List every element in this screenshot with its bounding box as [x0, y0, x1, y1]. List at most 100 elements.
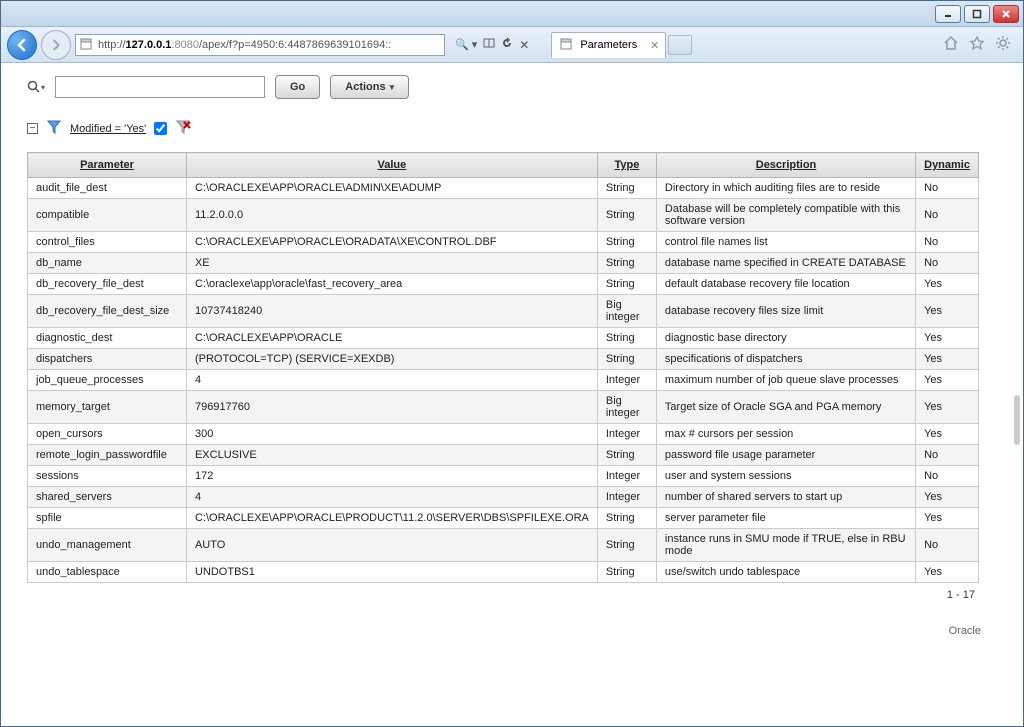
- table-row[interactable]: control_filesC:\ORACLEXE\APP\ORACLE\ORAD…: [28, 232, 979, 253]
- cell-param: db_recovery_file_dest: [28, 274, 187, 295]
- table-row[interactable]: job_queue_processes4Integermaximum numbe…: [28, 370, 979, 391]
- delete-filter-icon[interactable]: [175, 119, 191, 138]
- cell-value: (PROTOCOL=TCP) (SERVICE=XEXDB): [186, 349, 597, 370]
- col-description[interactable]: Description: [656, 153, 915, 178]
- cell-desc: password file usage parameter: [656, 445, 915, 466]
- cell-param: undo_tablespace: [28, 562, 187, 583]
- cell-value: C:\oraclexe\app\oracle\fast_recovery_are…: [186, 274, 597, 295]
- scrollbar-thumb[interactable]: [1014, 395, 1020, 445]
- search-dropdown-icon[interactable]: 🔍 ▾: [455, 38, 477, 51]
- cell-desc: maximum number of job queue slave proces…: [656, 370, 915, 391]
- cell-desc: instance runs in SMU mode if TRUE, else …: [656, 529, 915, 562]
- tab-favicon: [560, 38, 574, 52]
- cell-dyn: Yes: [916, 370, 979, 391]
- cell-type: Integer: [597, 466, 656, 487]
- cell-param: open_cursors: [28, 424, 187, 445]
- cell-dyn: Yes: [916, 424, 979, 445]
- new-tab-button[interactable]: [668, 35, 692, 55]
- cell-type: String: [597, 562, 656, 583]
- cell-dyn: Yes: [916, 295, 979, 328]
- cell-param: control_files: [28, 232, 187, 253]
- table-row[interactable]: remote_login_passwordfileEXCLUSIVEString…: [28, 445, 979, 466]
- cell-type: String: [597, 349, 656, 370]
- maximize-button[interactable]: [964, 5, 990, 23]
- table-row[interactable]: db_nameXEStringdatabase name specified i…: [28, 253, 979, 274]
- cell-dyn: No: [916, 253, 979, 274]
- pagination-label: 1 - 17: [27, 583, 979, 607]
- table-row[interactable]: db_recovery_file_dest_size10737418240Big…: [28, 295, 979, 328]
- cell-value: 172: [186, 466, 597, 487]
- cell-value: 796917760: [186, 391, 597, 424]
- forward-button[interactable]: [41, 30, 71, 60]
- go-button[interactable]: Go: [275, 75, 320, 99]
- filter-enabled-checkbox[interactable]: [154, 122, 167, 135]
- cell-type: String: [597, 178, 656, 199]
- col-dynamic[interactable]: Dynamic: [916, 153, 979, 178]
- cell-dyn: Yes: [916, 328, 979, 349]
- col-value[interactable]: Value: [186, 153, 597, 178]
- cell-param: dispatchers: [28, 349, 187, 370]
- table-row[interactable]: undo_tablespaceUNDOTBS1Stringuse/switch …: [28, 562, 979, 583]
- cell-dyn: No: [916, 529, 979, 562]
- table-row[interactable]: compatible11.2.0.0.0StringDatabase will …: [28, 199, 979, 232]
- cell-param: undo_management: [28, 529, 187, 562]
- tab-close-icon[interactable]: ✕: [650, 39, 659, 52]
- table-row[interactable]: db_recovery_file_destC:\oraclexe\app\ora…: [28, 274, 979, 295]
- table-row[interactable]: open_cursors300Integermax # cursors per …: [28, 424, 979, 445]
- cell-dyn: Yes: [916, 274, 979, 295]
- table-row[interactable]: diagnostic_destC:\ORACLEXE\APP\ORACLEStr…: [28, 328, 979, 349]
- table-row[interactable]: audit_file_destC:\ORACLEXE\APP\ORACLE\AD…: [28, 178, 979, 199]
- table-header-row: Parameter Value Type Description Dynamic: [28, 153, 979, 178]
- cell-desc: use/switch undo tablespace: [656, 562, 915, 583]
- table-row[interactable]: sessions172Integeruser and system sessio…: [28, 466, 979, 487]
- filter-label[interactable]: Modified = 'Yes': [70, 123, 146, 135]
- cell-value: 4: [186, 487, 597, 508]
- search-bar: ▾ Go Actions▾: [27, 75, 1005, 99]
- home-icon[interactable]: [943, 35, 959, 54]
- cell-type: String: [597, 508, 656, 529]
- cell-desc: server parameter file: [656, 508, 915, 529]
- table-row[interactable]: undo_managementAUTOStringinstance runs i…: [28, 529, 979, 562]
- titlebar: [1, 1, 1023, 27]
- cell-type: String: [597, 232, 656, 253]
- minimize-button[interactable]: [935, 5, 961, 23]
- actions-button[interactable]: Actions▾: [330, 75, 409, 99]
- cell-value: C:\ORACLEXE\APP\ORACLE\ADMIN\XE\ADUMP: [186, 178, 597, 199]
- table-row[interactable]: dispatchers(PROTOCOL=TCP) (SERVICE=XEXDB…: [28, 349, 979, 370]
- cell-type: String: [597, 328, 656, 349]
- back-button[interactable]: [7, 30, 37, 60]
- table-row[interactable]: memory_target796917760Big integerTarget …: [28, 391, 979, 424]
- cell-type: Integer: [597, 487, 656, 508]
- search-input[interactable]: [55, 76, 265, 98]
- cell-type: Big integer: [597, 295, 656, 328]
- col-type[interactable]: Type: [597, 153, 656, 178]
- col-parameter[interactable]: Parameter: [28, 153, 187, 178]
- cell-param: memory_target: [28, 391, 187, 424]
- tab-parameters[interactable]: Parameters ✕: [551, 32, 666, 58]
- stop-icon[interactable]: ✕: [519, 38, 529, 52]
- cell-value: 4: [186, 370, 597, 391]
- cell-desc: Target size of Oracle SGA and PGA memory: [656, 391, 915, 424]
- collapse-icon[interactable]: −: [27, 123, 38, 134]
- table-row[interactable]: spfileC:\ORACLEXE\APP\ORACLE\PRODUCT\11.…: [28, 508, 979, 529]
- settings-icon[interactable]: [995, 35, 1011, 54]
- search-icon[interactable]: ▾: [27, 78, 45, 96]
- cell-dyn: Yes: [916, 391, 979, 424]
- refresh-icon[interactable]: [501, 37, 513, 52]
- browser-toolbar: http://127.0.0.1:8080/apex/f?p=4950:6:44…: [1, 27, 1023, 63]
- cell-value: C:\ORACLEXE\APP\ORACLE\ORADATA\XE\CONTRO…: [186, 232, 597, 253]
- cell-param: job_queue_processes: [28, 370, 187, 391]
- cell-param: shared_servers: [28, 487, 187, 508]
- cell-desc: max # cursors per session: [656, 424, 915, 445]
- browser-window: http://127.0.0.1:8080/apex/f?p=4950:6:44…: [0, 0, 1024, 727]
- favorites-icon[interactable]: [969, 35, 985, 54]
- cell-dyn: No: [916, 466, 979, 487]
- compat-view-icon[interactable]: [483, 37, 495, 52]
- table-row[interactable]: shared_servers4Integernumber of shared s…: [28, 487, 979, 508]
- close-button[interactable]: [993, 5, 1019, 23]
- cell-type: Integer: [597, 424, 656, 445]
- page-content: ▾ Go Actions▾ − Modified = 'Yes': [1, 63, 1023, 726]
- url-text: http://127.0.0.1:8080/apex/f?p=4950:6:44…: [98, 39, 391, 51]
- address-bar[interactable]: http://127.0.0.1:8080/apex/f?p=4950:6:44…: [75, 34, 445, 56]
- tab-strip: Parameters ✕: [551, 32, 692, 58]
